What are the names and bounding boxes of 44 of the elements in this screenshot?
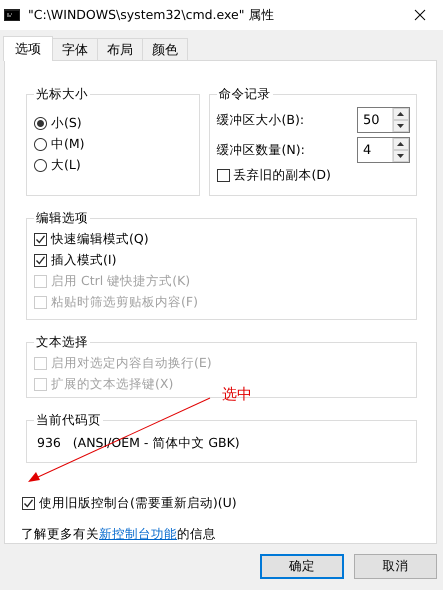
checkbox-label: 粘贴时筛选剪贴板内容(F)	[51, 294, 198, 311]
radio-button[interactable]	[34, 159, 47, 172]
group-title: 编辑选项	[35, 210, 89, 227]
radio-button[interactable]	[34, 117, 47, 130]
window-title: "C:\WINDOWS\system32\cmd.exe" 属性	[28, 6, 276, 24]
checkbox[interactable]	[34, 254, 47, 267]
checkbox[interactable]	[22, 497, 35, 510]
down-arrow-icon[interactable]	[397, 154, 404, 158]
checkbox-label: 丢弃旧的副本(D)	[234, 167, 331, 184]
dialog-button[interactable]: 取消	[354, 554, 437, 579]
annotation-text: 选中	[222, 385, 252, 404]
checkbox[interactable]	[34, 233, 47, 246]
checkbox-label: 启用对选定内容自动换行(E)	[51, 355, 212, 372]
radio-label: 小(S)	[51, 115, 82, 132]
group-title: 文本选择	[35, 334, 89, 352]
dialog-button[interactable]: 确定	[260, 554, 344, 579]
field-label: 缓冲区大小(B):	[216, 112, 304, 128]
radio-label: 大(L)	[51, 157, 81, 174]
checkbox-label: 使用旧版控制台(需要重新启动)(U)	[39, 495, 237, 512]
checkbox-label: 插入模式(I)	[51, 252, 116, 269]
up-arrow-icon[interactable]	[397, 112, 404, 116]
console-icon	[4, 9, 20, 21]
info-text: 了解更多有关新控制台功能的信息	[21, 526, 217, 543]
close-icon[interactable]	[414, 9, 426, 21]
checkbox[interactable]	[216, 169, 230, 182]
feature-link[interactable]: 新控制台功能	[99, 526, 177, 541]
down-arrow-icon[interactable]	[397, 124, 404, 128]
tab[interactable]: 颜色	[142, 38, 188, 60]
field-label: 缓冲区数量(N):	[216, 142, 305, 158]
checkmark-icon	[35, 234, 46, 245]
checkmark-icon	[35, 255, 46, 266]
spin-field[interactable]: 4	[357, 137, 410, 163]
group-title: 命令记录	[218, 86, 272, 103]
checkbox-label: 快速编辑模式(Q)	[51, 231, 149, 248]
radio-label: 中(M)	[51, 136, 85, 153]
checkbox-label: 启用 Ctrl 键快捷方式(K)	[51, 273, 190, 290]
group-title: 当前代码页	[35, 412, 102, 430]
checkmark-icon	[23, 498, 34, 509]
tab[interactable]: 选项	[3, 36, 53, 61]
checkbox-label: 扩展的文本选择键(X)	[51, 376, 174, 394]
radio-button[interactable]	[34, 138, 47, 151]
up-arrow-icon[interactable]	[397, 142, 404, 146]
spin-field[interactable]: 50	[357, 107, 410, 133]
group-title: 光标大小	[35, 86, 89, 103]
